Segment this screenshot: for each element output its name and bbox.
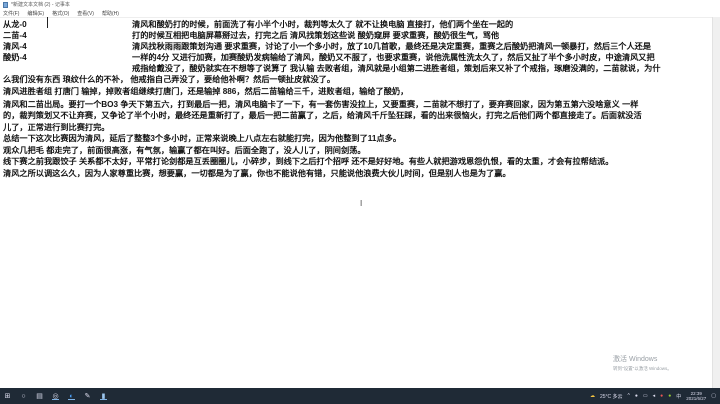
text-line: 儿了，正常进行到比赛打完。 [3, 122, 110, 132]
text-line: 总结一下这次比赛因为清风，延后了整整3个多小时，正常来说晚上八点左右就能打完，因… [3, 134, 402, 143]
score-line: 二苗-4 [3, 31, 27, 40]
app-icon[interactable]: ◎ [52, 393, 59, 400]
text-line: 一样的4分 又进行加赛，加赛酸奶发病输给了清风，酸奶又不服了，也要求重赛，说他洗… [132, 53, 655, 62]
search-icon[interactable]: ○ [20, 393, 27, 400]
menu-bar: 文件(F) 编辑(E) 格式(O) 查看(V) 帮助(H) [0, 9, 119, 17]
clock-date: 2021/6/27 [686, 396, 707, 401]
system-tray: ☁ 25°C 多云 ^ ● ▭ ◂ ● ● 中 22:39 2021/6/27 … [590, 388, 716, 404]
browser-icon[interactable]: ◐ [68, 393, 75, 400]
text-line: 清风找秋雨雨跟策划沟通 要求重赛，讨论了小一个多小时，放了10几首歌，最终还是决… [132, 42, 652, 51]
text-line: 线下赛之前我跟饺子 关系都不太好，平常打论剑都是互丢圈圈儿，小碎步，到线下之后打… [3, 157, 614, 166]
vertical-scrollbar[interactable] [712, 17, 720, 388]
text-line: 清风和酸奶打的时候，前面洗了有小半个小时，裁判等太久了 就不让换电脑 直接打，他… [132, 20, 514, 29]
weather-icon: ☁ [589, 393, 595, 399]
notepad-icon [3, 1, 8, 8]
text-line: 打的时候互相把电脑屏幕掰过去，打完之后 清风找策划这些说 酸奶窥屏 要求重赛，酸… [132, 31, 500, 40]
mic-icon: ● [634, 393, 638, 399]
tray-app-icon[interactable]: ● [660, 393, 663, 399]
watermark-sub: 转到"设置"以激活 Windows。 [613, 366, 672, 371]
text-line: 清风和二苗出局。要打一个BO3 争天下第五六，打到最后一把，清风电脑卡了一下，有… [3, 99, 639, 109]
taskbar: ⊞ ○ ▤ ◎ ◐ ✎ ▮ ☁ 25°C 多云 ^ ● ▭ ◂ ● ● 中 22… [0, 388, 720, 404]
text-line: 观众几把毛 都走完了，前面很高涨，有气氛，输赢了都在叫好。后面全跑了，没人儿了，… [3, 145, 366, 155]
app-icon[interactable]: ✎ [84, 393, 91, 400]
clock[interactable]: 22:39 2021/6/27 [686, 391, 706, 402]
tray-app-icon[interactable]: ● [668, 393, 671, 399]
window-title: *新建文本文档 (2) - 记事本 [11, 2, 70, 8]
ibeam-cursor-icon: I [360, 199, 363, 208]
text-caret [47, 17, 48, 28]
menu-format[interactable]: 格式(O) [52, 10, 69, 17]
menu-edit[interactable]: 编辑(E) [27, 10, 44, 17]
menu-view[interactable]: 查看(V) [77, 10, 94, 17]
input-method[interactable]: 中 [676, 393, 681, 400]
score-line: 清风-4 [3, 42, 27, 51]
menu-help[interactable]: 帮助(H) [102, 10, 119, 17]
volume-icon[interactable]: ◂ [653, 393, 656, 399]
activation-watermark: 激活 Windows 转到"设置"以激活 Windows。 [613, 354, 672, 372]
notepad-taskbar-icon[interactable]: ▮ [100, 393, 107, 400]
text-line: 清风进胜者组 打唐门 输掉，掉败者组继续打唐门，还是输掉 886，然后二苗输给三… [3, 86, 409, 96]
notification-icon[interactable]: ▢ [711, 393, 716, 399]
start-icon[interactable]: ⊞ [4, 393, 11, 400]
menu-file[interactable]: 文件(F) [3, 10, 19, 17]
text-line: 清风之所以调这么久，因为人家尊重比赛，想要赢，一切都是为了赢，你也不能说他有错，… [3, 168, 511, 178]
watermark-title: 激活 Windows [613, 356, 658, 363]
weather[interactable]: 25°C 多云 [600, 393, 623, 400]
text-line: 么我们没有东西 琅纹什么的不补， 他戒指自己弄没了，要给他补啊？然后一顿扯皮就没… [3, 75, 336, 84]
score-line: 酸奶-4 [3, 53, 27, 62]
text-editor[interactable]: 从龙-0 二苗-4 清风-4 酸奶-4 清风和酸奶打的时候，前面洗了有小半个小时… [0, 17, 712, 388]
tray-chevron-icon[interactable]: ^ [628, 393, 630, 399]
network-icon[interactable]: ▭ [643, 393, 648, 399]
title-bar: *新建文本文档 (2) - 记事本 [0, 0, 720, 9]
text-line: 的，裁判策划又不让弃赛，又争论了半个小时，最终还是重新打了，最后一把二苗赢了，之… [3, 111, 642, 120]
task-view-icon[interactable]: ▤ [36, 393, 43, 400]
text-line: 戒指给戴没了，酸奶就实在不想等了说算了 我认输 去败者组，清风就是小组第二进胜者… [132, 64, 661, 73]
score-line: 从龙-0 [3, 20, 27, 29]
